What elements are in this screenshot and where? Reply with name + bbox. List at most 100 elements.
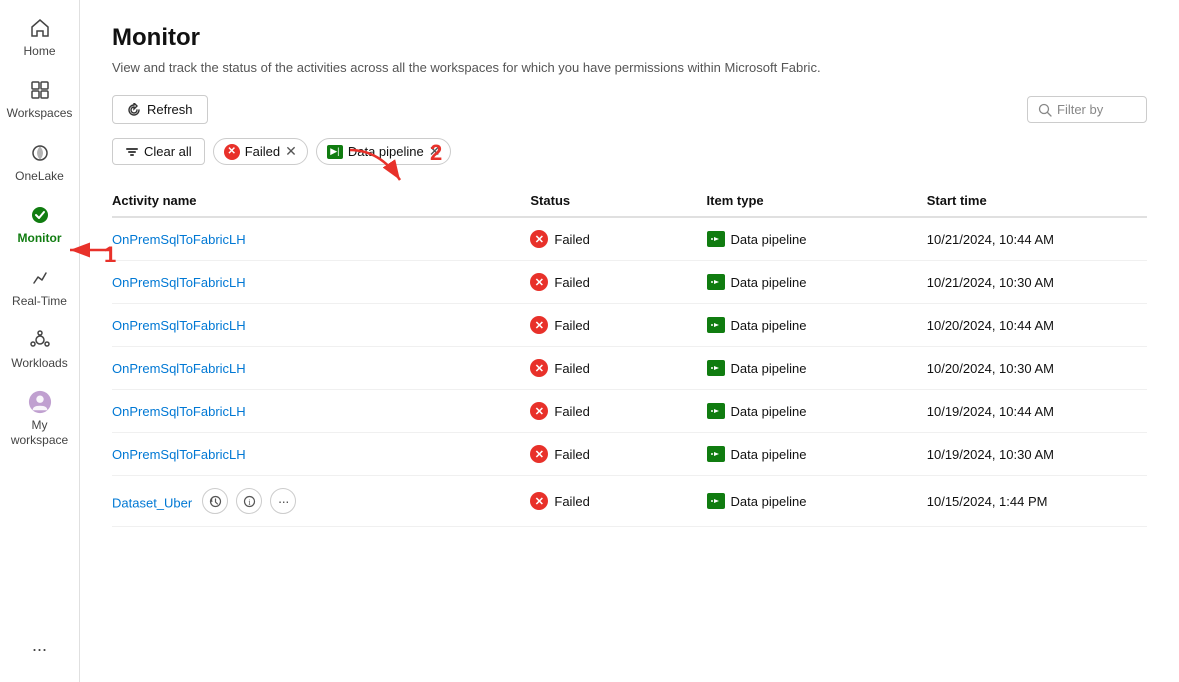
clear-all-label: Clear all — [144, 144, 192, 159]
activity-name-text[interactable]: OnPremSqlToFabricLH — [112, 447, 246, 462]
filter-chip-pipeline[interactable]: ▶| Data pipeline ✕ — [316, 138, 452, 165]
failed-status-icon: ✕ — [530, 359, 548, 377]
sidebar-item-monitor[interactable]: Monitor — [5, 195, 75, 253]
cell-type: Data pipeline — [707, 217, 927, 261]
status-text: Failed — [554, 361, 589, 376]
more-options-icon[interactable]: ··· — [270, 488, 296, 514]
cell-name: OnPremSqlToFabricLH — [112, 347, 530, 390]
cell-name: OnPremSqlToFabricLH — [112, 390, 530, 433]
row-actions: i ··· — [202, 488, 296, 514]
sidebar-label-monitor: Monitor — [18, 231, 62, 245]
cell-name: OnPremSqlToFabricLH — [112, 261, 530, 304]
cell-status: ✕ Failed — [530, 217, 706, 261]
type-text: Data pipeline — [731, 275, 807, 290]
failed-chip-label: Failed — [245, 144, 280, 159]
failed-chip-icon: ✕ — [224, 144, 240, 160]
type-text: Data pipeline — [731, 318, 807, 333]
cell-time: 10/21/2024, 10:30 AM — [927, 261, 1147, 304]
sidebar-item-onelake[interactable]: OneLake — [5, 133, 75, 191]
cell-name: Dataset_Uber i ··· — [112, 476, 530, 527]
sidebar: Home Workspaces OneLake — [0, 0, 80, 682]
sidebar-label-home: Home — [23, 44, 55, 58]
failed-status-icon: ✕ — [530, 230, 548, 248]
main-content: Monitor View and track the status of the… — [80, 0, 1179, 682]
page-subtitle: View and track the status of the activit… — [112, 60, 1147, 75]
cell-status: ✕ Failed — [530, 476, 706, 527]
activity-name-text[interactable]: OnPremSqlToFabricLH — [112, 404, 246, 419]
table-row: OnPremSqlToFabricLH ✕ Failed Data pipeli… — [112, 390, 1147, 433]
cell-name: OnPremSqlToFabricLH — [112, 304, 530, 347]
failed-status-icon: ✕ — [530, 492, 548, 510]
sidebar-item-realtime[interactable]: Real-Time — [5, 258, 75, 316]
cell-type: Data pipeline — [707, 304, 927, 347]
status-text: Failed — [554, 447, 589, 462]
clear-all-button[interactable]: Clear all — [112, 138, 205, 165]
filter-chip-failed[interactable]: ✕ Failed ✕ — [213, 138, 308, 165]
page-title: Monitor — [112, 24, 1147, 52]
cell-name: OnPremSqlToFabricLH — [112, 217, 530, 261]
pipeline-type-icon — [707, 493, 725, 509]
activity-name-text[interactable]: OnPremSqlToFabricLH — [112, 232, 246, 247]
col-header-time: Start time — [927, 185, 1147, 217]
table-header-row: Activity name Status Item type Start tim… — [112, 185, 1147, 217]
pipeline-type-icon — [707, 231, 725, 247]
sidebar-label-realtime: Real-Time — [12, 294, 67, 308]
cell-type: Data pipeline — [707, 476, 927, 527]
cell-time: 10/19/2024, 10:30 AM — [927, 433, 1147, 476]
onelake-icon — [28, 141, 52, 165]
workloads-icon — [28, 328, 52, 352]
cell-type: Data pipeline — [707, 347, 927, 390]
cell-status: ✕ Failed — [530, 433, 706, 476]
sidebar-label-workspaces: Workspaces — [7, 106, 73, 120]
cell-time: 10/15/2024, 1:44 PM — [927, 476, 1147, 527]
activity-name-text[interactable]: Dataset_Uber — [112, 496, 192, 511]
cell-time: 10/21/2024, 10:44 AM — [927, 217, 1147, 261]
failed-status-icon: ✕ — [530, 445, 548, 463]
status-text: Failed — [554, 275, 589, 290]
pipeline-type-icon — [707, 317, 725, 333]
sidebar-item-workloads[interactable]: Workloads — [5, 320, 75, 378]
col-header-name: Activity name — [112, 185, 530, 217]
type-text: Data pipeline — [731, 447, 807, 462]
info-icon[interactable]: i — [236, 488, 262, 514]
pipeline-chip-close[interactable]: ✕ — [429, 143, 441, 160]
monitor-icon — [28, 203, 52, 227]
history-icon[interactable] — [202, 488, 228, 514]
status-text: Failed — [554, 404, 589, 419]
failed-chip-close[interactable]: ✕ — [285, 143, 297, 160]
status-text: Failed — [554, 232, 589, 247]
type-text: Data pipeline — [731, 494, 807, 509]
refresh-label: Refresh — [147, 102, 193, 117]
pipeline-chip-label: Data pipeline — [348, 144, 424, 159]
table-row: Dataset_Uber i ··· ✕ Failed — [112, 476, 1147, 527]
cell-type: Data pipeline — [707, 390, 927, 433]
activity-name-text[interactable]: OnPremSqlToFabricLH — [112, 318, 246, 333]
filter-placeholder: Filter by — [1057, 102, 1103, 117]
table-row: OnPremSqlToFabricLH ✕ Failed Data pipeli… — [112, 304, 1147, 347]
realtime-icon — [28, 266, 52, 290]
sidebar-item-workspaces[interactable]: Workspaces — [5, 70, 75, 128]
pipeline-type-icon — [707, 446, 725, 462]
cell-status: ✕ Failed — [530, 261, 706, 304]
activity-name-text[interactable]: OnPremSqlToFabricLH — [112, 275, 246, 290]
sidebar-label-onelake: OneLake — [15, 169, 64, 183]
workspaces-icon — [28, 78, 52, 102]
type-text: Data pipeline — [731, 232, 807, 247]
sidebar-item-myworkspace[interactable]: My workspace — [5, 382, 75, 455]
activity-name-text[interactable]: OnPremSqlToFabricLH — [112, 361, 246, 376]
refresh-button[interactable]: Refresh — [112, 95, 208, 124]
filter-bar: Clear all ✕ Failed ✕ ▶| Data pipeline ✕ — [112, 138, 1147, 165]
filter-input[interactable]: Filter by — [1027, 96, 1147, 123]
pipeline-chip-icon: ▶| — [327, 145, 343, 159]
toolbar: Refresh Filter by — [112, 95, 1147, 124]
type-text: Data pipeline — [731, 404, 807, 419]
cell-status: ✕ Failed — [530, 347, 706, 390]
cell-time: 10/20/2024, 10:30 AM — [927, 347, 1147, 390]
search-icon — [1038, 103, 1052, 117]
svg-text:i: i — [248, 498, 251, 507]
table-row: OnPremSqlToFabricLH ✕ Failed Data pipeli… — [112, 217, 1147, 261]
activity-table: Activity name Status Item type Start tim… — [112, 185, 1147, 527]
sidebar-item-home[interactable]: Home — [5, 8, 75, 66]
more-button[interactable]: ... — [24, 627, 55, 664]
pipeline-type-icon — [707, 360, 725, 376]
